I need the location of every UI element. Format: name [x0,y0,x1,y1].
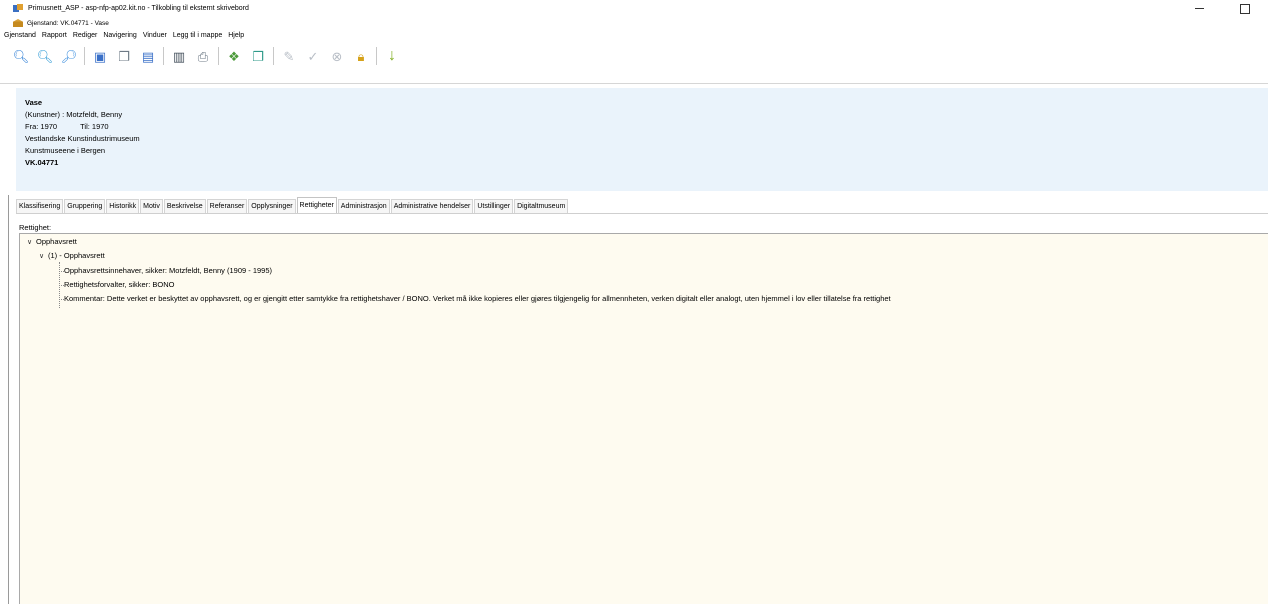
date-from: Fra: 1970 [25,122,58,131]
object-owner: Kunstmuseene i Bergen [25,146,106,155]
menu-vinduer[interactable]: Vinduer [143,32,167,39]
menu-rediger[interactable]: Rediger [73,32,98,39]
cancel-icon[interactable]: ⊗ [328,47,346,65]
chevron-down-icon[interactable]: ∨ [39,252,48,262]
link-icon[interactable]: ❖ [225,47,243,65]
window-controls [1176,0,1268,17]
multi-window-icon[interactable]: ❐ [249,47,267,65]
tree-leaf-rights-manager[interactable]: Rettighetsforvalter, sikker: BONO [64,280,174,290]
object-museum: Vestlandske Kunstindustrimuseum [25,134,140,143]
tab-bar: Klassifisering Gruppering Historikk Moti… [16,197,1268,214]
tree-leaf-comment[interactable]: Kommentar: Dette verket er beskyttet av … [64,294,891,304]
object-name: Vase [25,98,43,107]
search-icon[interactable]: 🔍︎ [12,47,30,65]
tree-node-opphavsrett-1[interactable]: ∨ (1) - Opphavsrett [39,251,105,262]
menu-rapport[interactable]: Rapport [42,32,67,39]
tab-opplysninger[interactable]: Opplysninger [248,199,296,213]
remote-desktop-icon [13,4,23,13]
new-record-icon[interactable]: ▣ [91,47,109,65]
tree-node-opphavsrett[interactable]: ∨ Opphavsrett [27,237,77,248]
tab-referanser[interactable]: Referanser [206,199,248,213]
download-arrow-icon[interactable]: ↓ [383,47,401,65]
object-dating: Fra: 1970 Til: 1970 [25,121,1268,133]
minimize-button[interactable] [1176,0,1222,17]
document-title-row: Gjenstand: VK.04771 - Vase [0,17,1268,29]
remote-desktop-window: Primusnett_ASP - asp-nfp-ap02.kit.no - T… [0,0,1268,604]
tree-leaf-rights-holder[interactable]: Opphavsrettsinnehaver, sikker: Motzfeldt… [64,266,272,276]
copy-record-icon[interactable]: ❐ [115,47,133,65]
tab-motiv[interactable]: Motiv [140,199,163,213]
search-next-icon[interactable]: 🔍︎ [36,47,54,65]
tab-administrative-hendelser[interactable]: Administrative hendelser [390,199,474,213]
report-icon[interactable]: ▤ [139,47,157,65]
date-to: Til: 1970 [80,122,109,131]
tab-rettigheter[interactable]: Rettigheter [296,197,337,213]
tab-digitaltmuseum[interactable]: Digitaltmuseum [514,199,569,213]
barcode-icon[interactable]: ▥ [170,47,188,65]
tree-node-label: (1) - Opphavsrett [48,251,105,260]
tab-klassifisering[interactable]: Klassifisering [16,199,64,213]
rights-tree: ∨ Opphavsrett ∨ (1) - Opphavsrett Opphavsr… [19,233,1268,604]
menu-legg-til-i-mappe[interactable]: Legg til i mappe [173,32,222,39]
object-summary-panel: Vase (Kunstner) : Motzfeldt, Benny Fra: … [16,88,1268,191]
toolbar-separator [376,47,377,65]
toolbar-separator [84,47,85,65]
print-icon[interactable]: ⎙ [194,47,212,65]
approve-icon[interactable]: ✓ [304,47,322,65]
tab-utstillinger[interactable]: Utstillinger [474,199,514,213]
tab-gruppering[interactable]: Gruppering [64,199,106,213]
toolbar: 🔍︎ 🔍︎ 🔎︎ ▣ ❐ ▤ ▥ ⎙ ❖ ❐ ✎ ✓ ⊗ 🔒︎ ↓ [0,42,1268,84]
edit-icon[interactable]: ✎ [280,47,298,65]
object-id: VK.04771 [25,158,59,167]
rights-section-label: Rettighet: [19,223,52,232]
museum-icon [13,19,23,27]
left-divider [8,195,9,604]
tab-historikk[interactable]: Historikk [106,199,140,213]
menu-navigering[interactable]: Navigering [103,32,136,39]
object-artist: (Kunstner) : Motzfeldt, Benny [25,110,123,119]
menu-gjenstand[interactable]: Gjenstand [4,32,36,39]
title-bar: Primusnett_ASP - asp-nfp-ap02.kit.no - T… [0,0,1268,17]
tree-node-label: Opphavsrett [36,237,77,246]
toolbar-separator [218,47,219,65]
toolbar-separator [273,47,274,65]
chevron-down-icon[interactable]: ∨ [27,238,36,248]
menu-bar: Gjenstand Rapport Rediger Navigering Vin… [0,29,1268,41]
maximize-button[interactable] [1222,0,1268,17]
tab-administrasjon[interactable]: Administrasjon [337,199,390,213]
toolbar-separator [163,47,164,65]
advanced-search-icon[interactable]: 🔎︎ [60,47,78,65]
window-title: Primusnett_ASP - asp-nfp-ap02.kit.no - T… [28,5,249,12]
menu-hjelp[interactable]: Hjelp [228,32,244,39]
lock-icon[interactable]: 🔒︎ [352,47,370,65]
document-title: Gjenstand: VK.04771 - Vase [27,19,109,27]
tab-beskrivelse[interactable]: Beskrivelse [163,199,206,213]
